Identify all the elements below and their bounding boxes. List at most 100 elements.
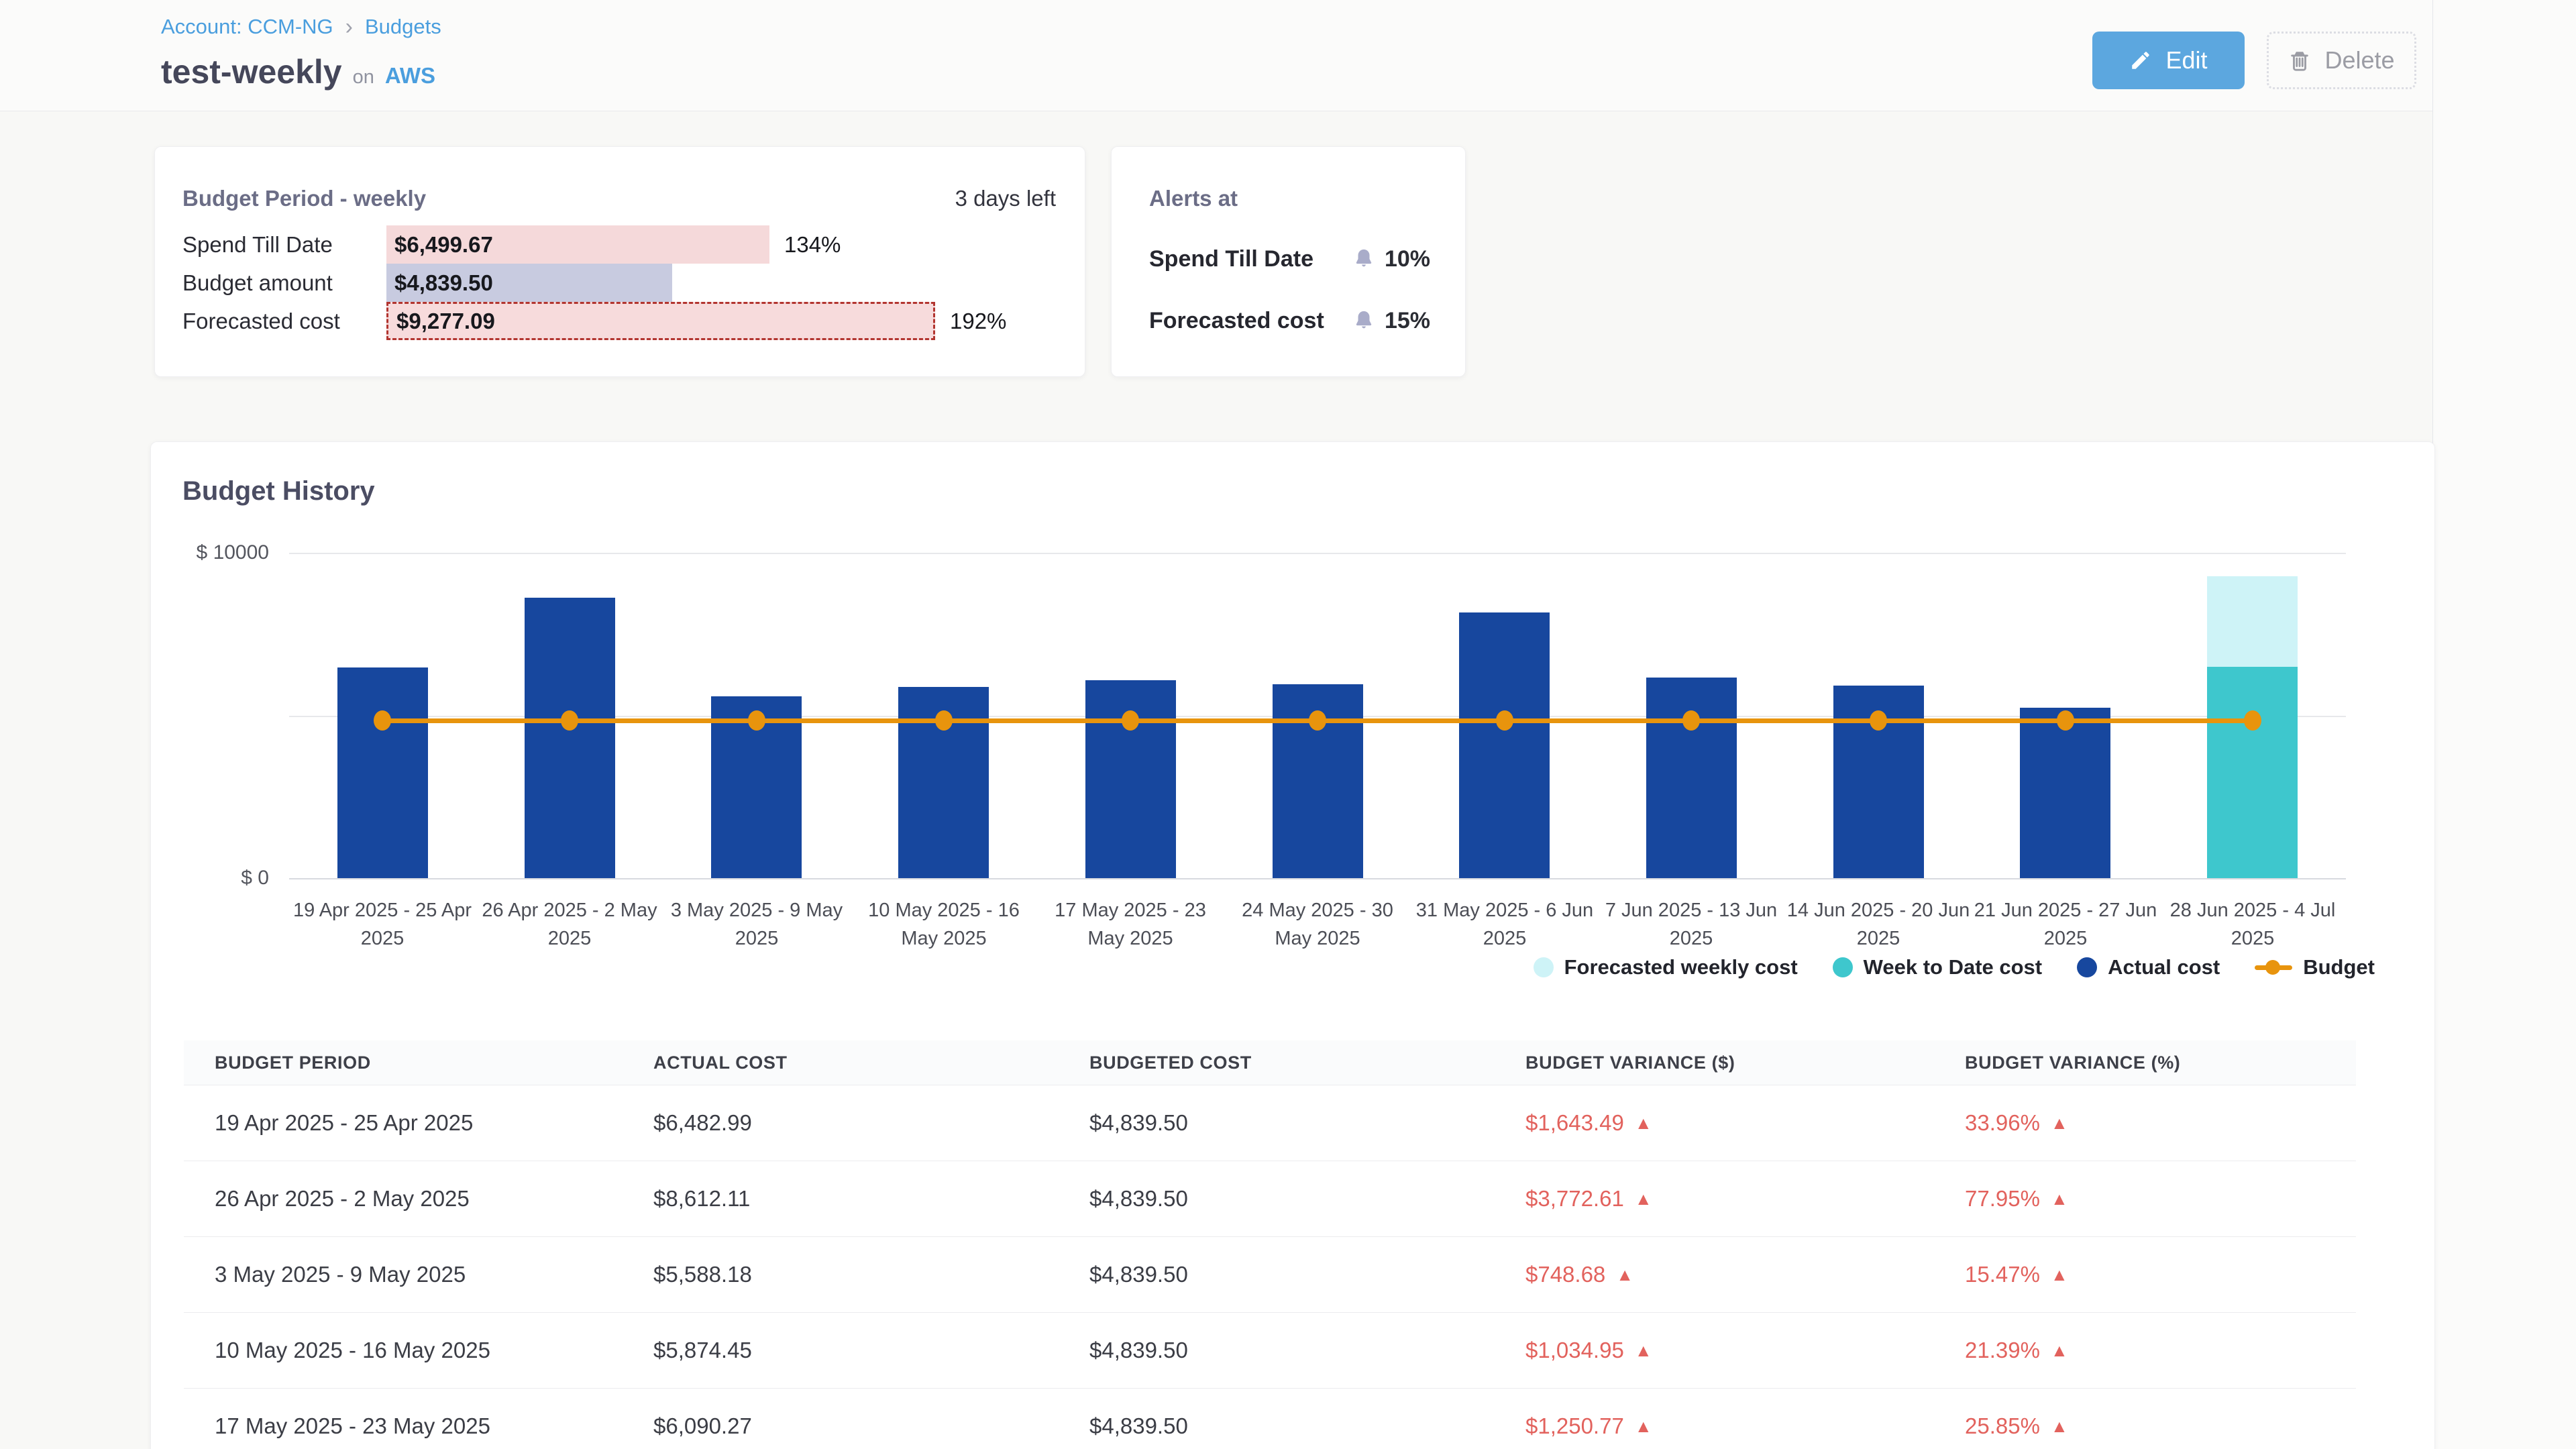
table-cell: 17 May 2025 - 23 May 2025 (215, 1389, 490, 1449)
budget-detail-page: Account: CCM-NG › Budgets test-weekly on… (0, 0, 2576, 1449)
variance-value: 77.95% (1965, 1186, 2040, 1212)
alert-threshold-value: 10% (1385, 246, 1430, 272)
budget-line-point[interactable] (561, 710, 578, 731)
legend-label: Forecasted weekly cost (1564, 955, 1798, 979)
up-triangle-icon: ▲ (2051, 1266, 2068, 1283)
budget-history-title: Budget History (182, 476, 375, 506)
delete-button-label: Delete (2324, 46, 2394, 74)
budget-period-row-bar: $9,277.09 (386, 302, 935, 340)
chart-legend: Forecasted weekly cost Week to Date cost A… (1534, 955, 2375, 979)
budget-line-point[interactable] (935, 710, 953, 731)
budget-line-point[interactable] (2057, 710, 2074, 731)
legend-label: Actual cost (2108, 955, 2220, 979)
variance-value: $3,772.61 (1525, 1186, 1624, 1212)
bell-icon (1352, 248, 1375, 270)
budget-history-table: BUDGET PERIODACTUAL COSTBUDGETED COSTBUD… (184, 1040, 2356, 1449)
budget-line-point[interactable] (374, 710, 391, 731)
legend-label: Week to Date cost (1864, 955, 2042, 979)
budget-line-point[interactable] (1309, 710, 1326, 731)
table-cell: 19 Apr 2025 - 25 Apr 2025 (215, 1085, 473, 1161)
x-axis-category-label: 10 May 2025 - 16 May 2025 (850, 896, 1038, 953)
actual-cost-bar[interactable] (525, 598, 615, 878)
table-row[interactable]: 26 Apr 2025 - 2 May 2025$8,612.11$4,839.… (184, 1161, 2356, 1237)
table-cell: $4,839.50 (1089, 1085, 1188, 1161)
table-cell: $4,839.50 (1089, 1237, 1188, 1312)
budget-line-point[interactable] (748, 710, 765, 731)
budget-period-row-amount: $6,499.67 (386, 232, 493, 258)
budget-period-row-label: Spend Till Date (182, 225, 333, 264)
legend-dot-shape (2265, 960, 2280, 975)
forecasted-weekly-cost-bar[interactable] (2207, 576, 2298, 667)
legend-marker (2255, 957, 2292, 977)
bell-icon (1352, 309, 1375, 332)
variance-usd-cell: $1,034.95▲ (1525, 1313, 1652, 1388)
x-axis-category-label: 3 May 2025 - 9 May 2025 (663, 896, 851, 953)
legend-item-forecasted-weekly-cost[interactable]: Forecasted weekly cost (1534, 955, 1798, 979)
chart-x-axis (289, 878, 2346, 879)
page-header: Account: CCM-NG › Budgets test-weekly on… (0, 0, 2432, 111)
up-triangle-icon: ▲ (1616, 1266, 1633, 1283)
up-triangle-icon: ▲ (1635, 1190, 1652, 1208)
actual-cost-bar[interactable] (2020, 708, 2110, 878)
alert-row-label: Forecasted cost (1149, 308, 1324, 334)
table-cell: 3 May 2025 - 9 May 2025 (215, 1237, 466, 1312)
table-row[interactable]: 10 May 2025 - 16 May 2025$5,874.45$4,839… (184, 1313, 2356, 1389)
page-title: test-weekly on AWS (161, 52, 435, 91)
up-triangle-icon: ▲ (2051, 1342, 2068, 1359)
table-body: 19 Apr 2025 - 25 Apr 2025$6,482.99$4,839… (184, 1085, 2356, 1449)
variance-value: $1,034.95 (1525, 1338, 1624, 1363)
legend-marker (1534, 957, 1554, 977)
alert-row: Spend Till Date10% (1149, 239, 1430, 279)
x-axis-category-label: 24 May 2025 - 30 May 2025 (1224, 896, 1411, 953)
up-triangle-icon: ▲ (2051, 1190, 2068, 1208)
scroll-gutter[interactable] (2432, 0, 2576, 1449)
title-connector: on (353, 66, 374, 89)
actual-cost-bar[interactable] (1459, 612, 1550, 878)
budget-period-row-label: Budget amount (182, 264, 333, 302)
table-row[interactable]: 3 May 2025 - 9 May 2025 $5,588.18 $4,839.5… (184, 1237, 2356, 1313)
budget-line-point[interactable] (1682, 710, 1700, 731)
budget-line-point[interactable] (2244, 710, 2261, 731)
y-axis-tick-zero: $ 0 (162, 867, 269, 890)
table-cell: $5,588.18 (653, 1237, 752, 1312)
table-header-cell: BUDGET PERIOD (215, 1040, 371, 1085)
table-row[interactable]: 17 May 2025 - 23 May 2025$6,090.27$4,839… (184, 1389, 2356, 1449)
breadcrumb-account-link[interactable]: Account: CCM-NG (161, 15, 333, 39)
alerts-heading: Alerts at (1149, 186, 1238, 211)
budget-line-point[interactable] (1122, 710, 1139, 731)
x-axis-category-label: 21 Jun 2025 - 27 Jun 2025 (1972, 896, 2159, 953)
variance-usd-cell: $3,772.61 ▲ (1525, 1161, 1652, 1236)
variance-usd-cell: $1,250.77▲ (1525, 1389, 1652, 1449)
budget-line-point[interactable] (1870, 710, 1887, 731)
actual-cost-bar[interactable] (1646, 678, 1737, 878)
legend-item-budget[interactable]: Budget (2255, 955, 2375, 979)
edit-button[interactable]: Edit (2092, 32, 2245, 89)
actual-cost-bar[interactable] (337, 667, 428, 878)
table-cell: $5,874.45 (653, 1313, 752, 1388)
table-cell: $4,839.50 (1089, 1313, 1188, 1388)
table-cell: $4,839.50 (1089, 1389, 1188, 1449)
table-header-cell: BUDGET VARIANCE (%) (1965, 1040, 2180, 1085)
variance-pct-cell: 33.96%▲ (1965, 1085, 2068, 1161)
budget-name: test-weekly (161, 52, 342, 91)
week-to-date-cost-bar[interactable] (2207, 667, 2298, 878)
budget-period-row-label: Forecasted cost (182, 302, 340, 340)
alert-row: Forecasted cost15% (1149, 301, 1430, 341)
budget-period-row-bar: $6,499.67 (386, 225, 769, 264)
legend-item-actual-cost[interactable]: Actual cost (2077, 955, 2220, 979)
budget-period-row: Budget amount $4,839.50 (154, 264, 1085, 302)
breadcrumb-budgets-link[interactable]: Budgets (365, 15, 441, 39)
budget-period-row-bar: $4,839.50 (386, 264, 672, 302)
legend-item-week-to-date-cost[interactable]: Week to Date cost (1833, 955, 2042, 979)
x-axis-category-label: 26 Apr 2025 - 2 May 2025 (476, 896, 663, 953)
budget-line-point[interactable] (1496, 710, 1513, 731)
table-row[interactable]: 19 Apr 2025 - 25 Apr 2025$6,482.99$4,839… (184, 1085, 2356, 1161)
up-triangle-icon: ▲ (2051, 1114, 2068, 1132)
x-axis-category-label: 17 May 2025 - 23 May 2025 (1036, 896, 1224, 953)
variance-value: 15.47% (1965, 1262, 2040, 1287)
budget-period-row: Spend Till Date$6,499.67134% (154, 225, 1085, 264)
up-triangle-icon: ▲ (1635, 1417, 1652, 1435)
delete-button[interactable]: Delete (2267, 32, 2416, 89)
table-cell: $4,839.50 (1089, 1161, 1188, 1236)
x-axis-category-label: 19 Apr 2025 - 25 Apr 2025 (288, 896, 476, 953)
